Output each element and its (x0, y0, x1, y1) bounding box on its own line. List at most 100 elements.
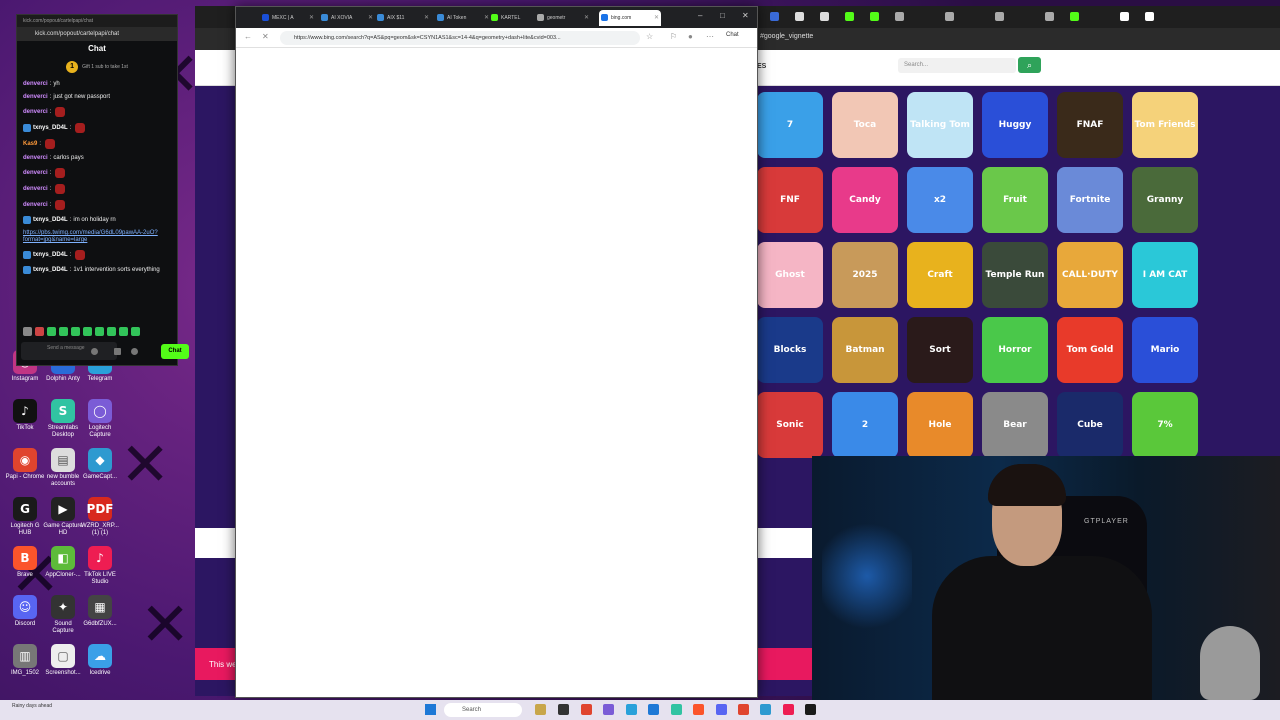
tab-favicon-icon[interactable] (795, 12, 804, 21)
game-thumbnail[interactable]: Batman (832, 317, 898, 383)
chat-url-bar[interactable]: kick.com/popout/cartelpapi/chat (17, 27, 177, 41)
game-thumbnail[interactable]: 7 (757, 92, 823, 158)
weather-widget[interactable]: Rainy days ahead (12, 703, 52, 709)
emote-icon[interactable] (131, 327, 140, 336)
address-bar[interactable]: https://www.bing.com/search?q=AS&pq=geom… (280, 31, 640, 45)
minimize-icon[interactable]: – (698, 11, 702, 20)
game-thumbnail[interactable]: 7% (1132, 392, 1198, 458)
game-thumbnail[interactable]: Temple Run (982, 242, 1048, 308)
chat-username[interactable]: denverci (23, 94, 48, 101)
tab-favicon-icon[interactable] (945, 12, 954, 21)
emoji-icon[interactable] (91, 348, 98, 355)
chat-send-button[interactable]: Chat (161, 344, 189, 359)
browser-tab[interactable]: AI XOVIA ✕ (319, 10, 375, 26)
taskbar-app-icon[interactable] (716, 704, 727, 715)
taskbar-app-icon[interactable] (626, 704, 637, 715)
emote-icon[interactable] (95, 327, 104, 336)
taskbar-app-icon[interactable] (738, 704, 749, 715)
desktop-shortcut[interactable]: PDF WZRD_XRP...(1) (1) (80, 497, 120, 537)
emote-icon[interactable] (59, 327, 68, 336)
desktop-shortcut[interactable]: ♪ TikTok (5, 399, 45, 432)
desktop-shortcut[interactable]: ☺ Discord (5, 595, 45, 628)
tab-favicon-icon[interactable] (995, 12, 1004, 21)
emote-icon[interactable] (71, 327, 80, 336)
desktop-shortcut[interactable]: ◯ Logitech Capture (80, 399, 120, 439)
reload-icon[interactable]: ✕ (262, 32, 269, 41)
chat-username[interactable]: txnys_DD4L (33, 125, 68, 132)
chat-message-input[interactable]: Send a message (21, 342, 117, 360)
site-search-input[interactable]: Search... (898, 58, 1016, 73)
taskbar-search[interactable]: Search (444, 703, 522, 717)
desktop-shortcut[interactable]: ▤ new bumble accounts (43, 448, 83, 488)
taskbar-app-icon[interactable] (693, 704, 704, 715)
chat-username[interactable]: denverci (23, 155, 48, 162)
taskbar-app-icon[interactable] (671, 704, 682, 715)
desktop-shortcut[interactable]: G Logitech G HUB (5, 497, 45, 537)
game-thumbnail[interactable]: x2 (907, 167, 973, 233)
profile-icon[interactable]: ● (688, 32, 693, 41)
emote-icon[interactable] (119, 327, 128, 336)
tab-favicon-icon[interactable] (1120, 12, 1129, 21)
tab-favicon-icon[interactable] (1045, 12, 1054, 21)
desktop-shortcut[interactable]: ◧ AppCloner-... (43, 546, 83, 579)
desktop-shortcut[interactable]: ☁ Icedrive (80, 644, 120, 677)
desktop-shortcut[interactable]: ◉ Papi - Chrome (5, 448, 45, 481)
gift-sub-banner[interactable]: 1 Gift 1 sub to take 1st (17, 57, 177, 77)
desktop-shortcut[interactable]: ✦ Sound Capture (43, 595, 83, 635)
tab-favicon-icon[interactable] (1070, 12, 1079, 21)
game-thumbnail[interactable]: Horror (982, 317, 1048, 383)
game-thumbnail[interactable]: Fruit (982, 167, 1048, 233)
back-arrow-icon[interactable]: ← (244, 32, 252, 41)
game-thumbnail[interactable]: Craft (907, 242, 973, 308)
chat-username[interactable]: txnys_DD4L (33, 267, 68, 274)
menu-icon[interactable]: ⋯ (706, 32, 714, 41)
chat-username[interactable]: denverci (23, 202, 48, 209)
game-thumbnail[interactable]: Bear (982, 392, 1048, 458)
emote-icon[interactable] (23, 327, 32, 336)
chat-username[interactable]: Kas9 (23, 141, 37, 148)
game-thumbnail[interactable]: Fortnite (1057, 167, 1123, 233)
game-thumbnail[interactable]: Granny (1132, 167, 1198, 233)
search-icon[interactable]: ⌕ (1018, 57, 1041, 73)
tab-favicon-icon[interactable] (895, 12, 904, 21)
maximize-icon[interactable]: □ (720, 11, 725, 20)
taskbar-app-icon[interactable] (558, 704, 569, 715)
chat-username[interactable]: txnys_DD4L (33, 252, 68, 259)
game-thumbnail[interactable]: Blocks (757, 317, 823, 383)
game-thumbnail[interactable]: FNAF (1057, 92, 1123, 158)
chat-url-text[interactable]: kick.com/popout/cartelpapi/chat (35, 31, 119, 37)
chat-username[interactable]: denverci (23, 109, 48, 116)
tab-close-icon[interactable]: ✕ (368, 10, 373, 26)
emote-icon[interactable] (47, 327, 56, 336)
game-thumbnail[interactable]: Ghost (757, 242, 823, 308)
chat-username[interactable]: denverci (23, 81, 48, 88)
taskbar-app-icon[interactable] (783, 704, 794, 715)
game-thumbnail[interactable]: CALL·DUTY (1057, 242, 1123, 308)
desktop-shortcut[interactable]: B Brave (5, 546, 45, 579)
emote-icon[interactable] (83, 327, 92, 336)
extensions-icon[interactable]: ⚐ (670, 32, 677, 41)
taskbar-app-icon[interactable] (535, 704, 546, 715)
taskbar-app-icon[interactable] (760, 704, 771, 715)
chat-username[interactable]: denverci (23, 170, 48, 177)
tab-favicon-icon[interactable] (845, 12, 854, 21)
tab-close-icon[interactable]: ✕ (424, 10, 429, 26)
tab-close-icon[interactable]: ✕ (654, 10, 659, 26)
game-thumbnail[interactable]: Tom Friends (1132, 92, 1198, 158)
desktop-shortcut[interactable]: ▦ G6dbfZUX... (80, 595, 120, 628)
game-thumbnail[interactable]: Hole (907, 392, 973, 458)
game-thumbnail[interactable]: Talking Tom (907, 92, 973, 158)
chat-link[interactable]: https://pbs.twimg.com/media/G6dL09pawAA-… (23, 230, 171, 244)
desktop-shortcut[interactable]: S Streamlabs Desktop (43, 399, 83, 439)
game-thumbnail[interactable]: Huggy (982, 92, 1048, 158)
star-icon[interactable]: ☆ (646, 32, 653, 41)
tab-favicon-icon[interactable] (820, 12, 829, 21)
game-thumbnail[interactable]: Candy (832, 167, 898, 233)
taskbar-app-icon[interactable] (805, 704, 816, 715)
gear-icon[interactable] (131, 348, 138, 355)
game-thumbnail[interactable]: I AM CAT (1132, 242, 1198, 308)
copilot-chat-button[interactable]: Chat (726, 32, 739, 38)
taskbar-app-icon[interactable] (581, 704, 592, 715)
site-nav-label[interactable]: ES (757, 63, 766, 70)
game-thumbnail[interactable]: 2 (832, 392, 898, 458)
